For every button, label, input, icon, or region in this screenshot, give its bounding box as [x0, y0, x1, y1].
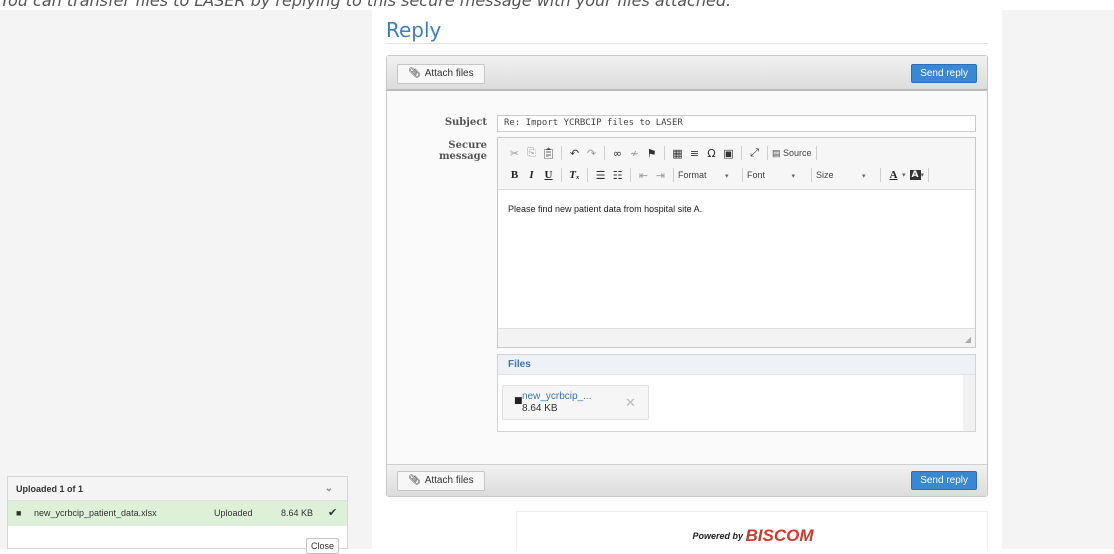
paste-icon[interactable]: 📋︎	[540, 147, 557, 160]
chevron-down-icon[interactable]: ⌄	[325, 477, 333, 501]
italic-button[interactable]: I	[523, 169, 540, 181]
underline-button[interactable]: U	[540, 169, 557, 181]
bg-color-button[interactable]: A	[909, 170, 921, 180]
toolbar-row-2: B I U Tₓ ☰ ☷ ⇤ ⇥ Format ▾ Font ▾ Size ▾ …	[506, 166, 933, 184]
brand-logo: BISCOM	[745, 526, 814, 545]
numbered-list-icon[interactable]: ☰	[592, 169, 609, 182]
format-dropdown[interactable]: Format ▾	[678, 170, 738, 180]
top-action-bar: 📎︎ Attach files Send reply	[387, 56, 987, 91]
toolbar-separator	[741, 146, 742, 160]
reply-title: Reply	[386, 18, 442, 42]
source-button[interactable]: ▤ Source	[772, 148, 812, 159]
toolbar-separator	[561, 168, 562, 182]
upload-status-panel: Uploaded 1 of 1 ⌄ ■ new_ycrbcip_patient_…	[7, 476, 348, 554]
powered-by: Powered by BISCOM	[517, 526, 989, 546]
chevron-down-icon: ▾	[902, 171, 906, 179]
anchor-flag-icon[interactable]: ⚑	[643, 147, 660, 160]
paperclip-icon: 📎︎	[408, 68, 421, 79]
bulleted-list-icon[interactable]: ☷	[609, 169, 626, 182]
toolbar-separator	[767, 146, 768, 160]
file-icon: ■	[16, 508, 22, 518]
attach-files-label: Attach files	[424, 475, 474, 486]
toolbar-separator	[604, 146, 605, 160]
toolbar-separator	[742, 168, 743, 182]
source-icon: ▤	[772, 147, 781, 158]
footer: Powered by BISCOM	[516, 511, 988, 549]
toolbar-separator	[880, 168, 881, 182]
toolbar-separator	[561, 146, 562, 160]
file-card[interactable]: ■ new_ycrbcip_... 8.64 KB ✕	[502, 385, 649, 420]
remove-format-icon[interactable]: Tₓ	[566, 169, 583, 181]
title-divider	[386, 43, 988, 44]
undo-icon[interactable]: ↶	[566, 147, 583, 160]
file-size: 8.64 KB	[522, 403, 558, 414]
copy-icon[interactable]: ⎘	[523, 146, 540, 160]
toolbar-separator	[630, 168, 631, 182]
format-label: Format	[678, 170, 707, 180]
horizontal-line-icon[interactable]: ≡	[686, 147, 703, 160]
upload-filename: new_ycrbcip_patient_data.xlsx	[34, 508, 157, 518]
close-button[interactable]: Close	[305, 538, 339, 554]
upload-status: Uploaded	[214, 508, 253, 518]
unlink-icon[interactable]: ≁	[626, 147, 643, 160]
source-label: Source	[783, 147, 812, 158]
files-panel: Files ■ new_ycrbcip_... 8.64 KB ✕	[497, 354, 976, 432]
indent-icon[interactable]: ⇥	[652, 169, 669, 182]
subject-input[interactable]: Re: Import YCRBCIP files to LASER	[497, 115, 976, 132]
table-icon[interactable]: ▦	[669, 147, 686, 160]
files-heading: Files	[498, 355, 975, 375]
file-name[interactable]: new_ycrbcip_...	[522, 391, 591, 402]
close-icon[interactable]: ✕	[625, 396, 636, 411]
text-color-button[interactable]: A	[885, 169, 902, 181]
cut-icon[interactable]: ✂	[506, 147, 523, 160]
attach-files-label: Attach files	[424, 68, 474, 79]
size-label: Size	[816, 170, 834, 180]
send-reply-button[interactable]: Send reply	[911, 471, 977, 490]
attach-files-button[interactable]: 📎︎ Attach files	[397, 64, 485, 84]
chevron-down-icon: ▾	[725, 173, 729, 180]
resize-handle-icon[interactable]: ◢	[965, 335, 971, 344]
bold-button[interactable]: B	[506, 169, 523, 181]
checkmark-icon: ✔	[328, 507, 338, 519]
image-icon[interactable]: ▣	[720, 147, 737, 160]
font-label: Font	[747, 170, 766, 180]
editor-statusbar: ◢	[498, 328, 975, 347]
link-icon[interactable]: ∞	[609, 147, 626, 160]
toolbar-row-1: ✂ ⎘ 📋︎ ↶ ↷ ∞ ≁ ⚑ ▦ ≡ Ω ▣ ⤢ ▤ Source	[506, 144, 821, 162]
upload-size: 8.64 KB	[281, 508, 314, 518]
powered-by-text: Powered by	[692, 531, 743, 541]
paperclip-icon: 📎︎	[408, 475, 421, 486]
font-dropdown[interactable]: Font ▾	[747, 170, 807, 180]
toolbar-separator	[815, 146, 817, 160]
message-body[interactable]: Please find new patient data from hospit…	[508, 204, 702, 214]
intro-text: You can transfer files to LASER by reply…	[0, 0, 1114, 9]
chevron-down-icon: ▾	[920, 171, 925, 179]
bottom-action-bar: 📎︎ Attach files Send reply	[387, 464, 987, 496]
outdent-icon[interactable]: ⇤	[635, 169, 652, 182]
toolbar-separator	[664, 146, 665, 160]
editor-toolbar: ✂ ⎘ 📋︎ ↶ ↷ ∞ ≁ ⚑ ▦ ≡ Ω ▣ ⤢ ▤ Source B I …	[498, 138, 975, 190]
toolbar-separator	[587, 168, 588, 182]
upload-status-title: Uploaded 1 of 1	[16, 484, 84, 494]
send-reply-button[interactable]: Send reply	[911, 64, 977, 83]
message-editor: ✂ ⎘ 📋︎ ↶ ↷ ∞ ≁ ⚑ ▦ ≡ Ω ▣ ⤢ ▤ Source B I …	[497, 137, 976, 348]
size-dropdown[interactable]: Size ▾	[816, 170, 876, 180]
upload-row: ■ new_ycrbcip_patient_data.xlsx Uploaded…	[8, 501, 347, 526]
attach-files-button[interactable]: 📎︎ Attach files	[397, 471, 485, 491]
redo-icon[interactable]: ↷	[583, 147, 600, 160]
special-char-icon[interactable]: Ω	[703, 147, 720, 160]
chevron-down-icon: ▾	[862, 173, 866, 180]
toolbar-separator	[673, 168, 674, 182]
chevron-down-icon: ▾	[791, 173, 796, 180]
reply-panel: 📎︎ Attach files Send reply Subject Re: I…	[386, 55, 988, 497]
upload-status-header[interactable]: Uploaded 1 of 1 ⌄	[8, 477, 347, 501]
toolbar-separator	[928, 168, 930, 182]
files-scrollbar[interactable]	[963, 375, 975, 431]
subject-label: Subject	[444, 117, 487, 128]
maximize-icon[interactable]: ⤢	[746, 146, 763, 160]
toolbar-separator	[811, 168, 812, 182]
secure-message-label: Secure message	[438, 140, 487, 162]
